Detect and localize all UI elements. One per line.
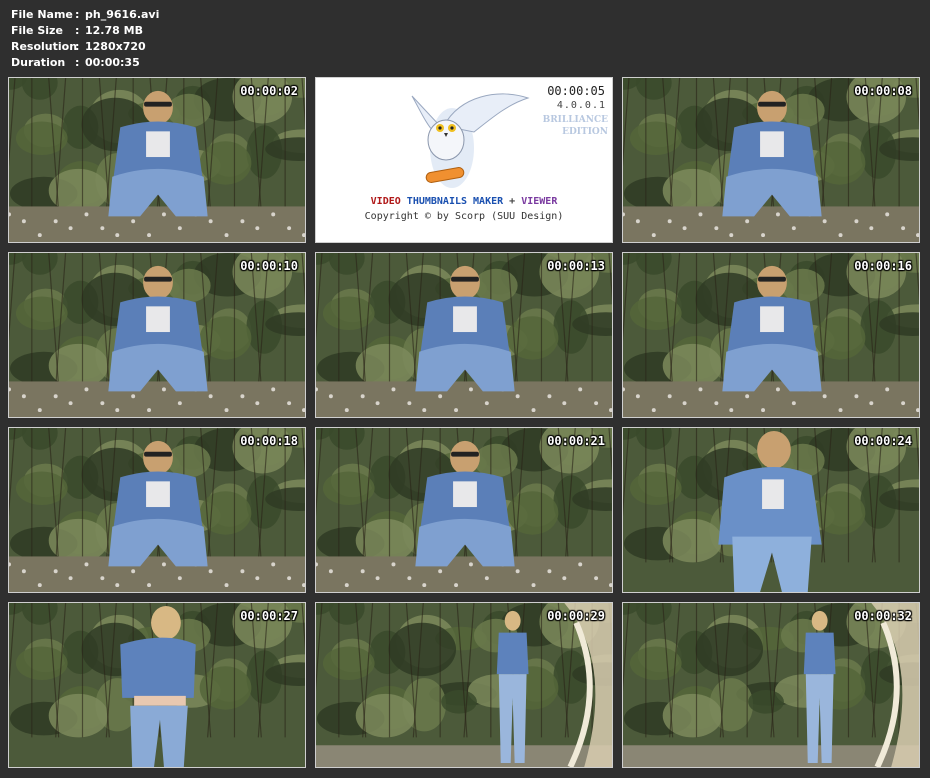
copyright-text: Copyright © by Scorp (SUU Design) [364, 211, 564, 222]
file-info-colon: : [75, 40, 80, 53]
file-info-key: Resolution [11, 40, 78, 53]
product-name: VIDEO THUMBNAILS MAKER + VIEWER [316, 196, 612, 207]
file-info-row: File Name : ph_9616.avi [11, 7, 159, 23]
owl-logo-icon [411, 93, 530, 188]
thumbnail-frame-image [623, 253, 919, 417]
thumbnail-timestamp: 00:00:24 [854, 434, 912, 448]
edition-line: BRILLIANCE [542, 115, 608, 125]
file-info-value: 1280x720 [85, 40, 146, 53]
thumbnail-timestamp: 00:00:27 [240, 609, 298, 623]
thumbnail-timestamp: 00:00:10 [240, 259, 298, 273]
thumbnail-frame-image [9, 78, 305, 242]
thumbnail-grid: 00:00:05 4.0.0.1 BRILLIANCE EDITION VIDE… [8, 77, 922, 770]
edition-label: BRILLIANCE EDITION [538, 114, 608, 138]
thumbnail-frame-image [623, 603, 919, 767]
video-thumbnail[interactable]: 00:00:08 [622, 77, 920, 243]
thumbnail-timestamp: 00:00:29 [547, 609, 605, 623]
thumbnail-frame-image [9, 253, 305, 417]
splash-thumbnail[interactable]: 00:00:05 4.0.0.1 BRILLIANCE EDITION VIDE… [315, 77, 613, 243]
edition-line: EDITION [562, 127, 608, 137]
file-info-row: File Size : 12.78 MB [11, 23, 159, 39]
thumbnail-frame-image [623, 78, 919, 242]
thumbnail-frame-image [9, 603, 305, 767]
file-info-value: 00:00:35 [85, 56, 140, 69]
file-info-key: Duration [11, 56, 66, 69]
video-thumbnail[interactable]: 00:00:21 [315, 427, 613, 593]
file-info-row: Duration : 00:00:35 [11, 55, 159, 71]
thumbnail-frame-image [623, 428, 919, 592]
product-word-video: VIDEO [370, 196, 401, 207]
thumbnail-frame-image [316, 428, 612, 592]
file-info-colon: : [75, 8, 80, 21]
video-thumbnail[interactable]: 00:00:13 [315, 252, 613, 418]
video-thumbnail[interactable]: 00:00:29 [315, 602, 613, 768]
thumbnail-timestamp: 00:00:18 [240, 434, 298, 448]
file-info-colon: : [75, 56, 80, 69]
video-thumbnail[interactable]: 00:00:24 [622, 427, 920, 593]
product-word-plus: + [509, 196, 516, 207]
thumbnail-timestamp: 00:00:02 [240, 84, 298, 98]
file-info-panel: File Name : ph_9616.avi File Size : 12.7… [11, 7, 159, 71]
product-word-thumbnails: THUMBNAILS MAKER [406, 196, 504, 207]
thumbnail-timestamp: 00:00:32 [854, 609, 912, 623]
thumbnail-timestamp: 00:00:21 [547, 434, 605, 448]
thumbnail-timestamp: 00:00:16 [854, 259, 912, 273]
thumbnail-frame-image [316, 253, 612, 417]
file-info-key: File Size [11, 24, 63, 37]
file-info-row: Resolution : 1280x720 [11, 39, 159, 55]
thumbnail-timestamp: 00:00:05 [547, 84, 605, 98]
thumbnail-frame-image [316, 603, 612, 767]
video-thumbnail[interactable]: 00:00:02 [8, 77, 306, 243]
video-thumbnail[interactable]: 00:00:27 [8, 602, 306, 768]
file-info-value: 12.78 MB [85, 24, 143, 37]
file-info-key: File Name [11, 8, 73, 21]
version-label: 4.0.0.1 [556, 100, 606, 111]
thumbnail-frame-image [9, 428, 305, 592]
video-thumbnail[interactable]: 00:00:32 [622, 602, 920, 768]
product-word-viewer: VIEWER [521, 196, 558, 207]
thumbnail-timestamp: 00:00:13 [547, 259, 605, 273]
video-thumbnail[interactable]: 00:00:16 [622, 252, 920, 418]
file-info-colon: : [75, 24, 80, 37]
thumbnail-timestamp: 00:00:08 [854, 84, 912, 98]
file-info-value: ph_9616.avi [85, 8, 160, 21]
video-thumbnail[interactable]: 00:00:10 [8, 252, 306, 418]
video-thumbnail[interactable]: 00:00:18 [8, 427, 306, 593]
